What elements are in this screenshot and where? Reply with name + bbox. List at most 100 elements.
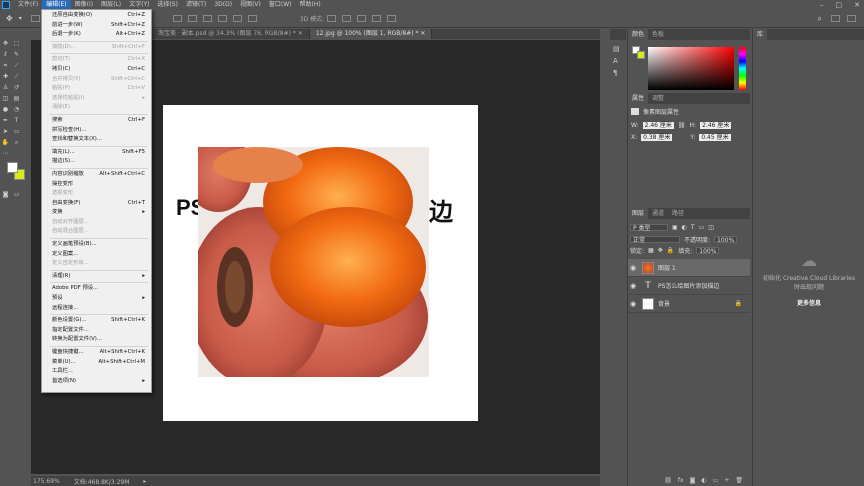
search-icon[interactable]: ⌕	[818, 14, 822, 24]
tab-document-1[interactable]: 淘宝美 · 副本.psd @ 34.3% (图层 76, RGB/8#) * ✕	[152, 29, 310, 39]
color-picker-field[interactable]	[648, 47, 734, 90]
screen-mode-icon[interactable]: ▭	[12, 190, 21, 199]
edit-menu-item[interactable]: 颜色设置(G)... Shift+Ctrl+K	[42, 316, 151, 326]
hand-tool-icon[interactable]: ✋	[1, 138, 10, 147]
color-background-swatch[interactable]	[637, 51, 645, 59]
distribute-bottom-icon[interactable]	[202, 15, 212, 22]
lock-all-icon[interactable]: 🔒	[667, 247, 674, 254]
status-menu-icon[interactable]: ▸	[143, 478, 146, 485]
distribute-top-icon[interactable]	[172, 15, 182, 22]
menu-9[interactable]: 窗口(W)	[265, 0, 296, 10]
edit-menu-item[interactable]: 查找和替换文本(X)...	[42, 135, 151, 145]
tab-adjustments[interactable]: 调整	[648, 93, 668, 104]
distribute-center-icon[interactable]	[232, 15, 242, 22]
edit-menu-item[interactable]: 描边(S)...	[42, 157, 151, 167]
edit-menu-item[interactable]: 工具栏...	[42, 367, 151, 377]
move-tool-icon[interactable]: ✥	[6, 14, 13, 23]
edit-menu-item[interactable]: 键盘快捷键... Alt+Shift+Ctrl+K	[42, 348, 151, 358]
edit-menu-item[interactable]: 定义图案...	[42, 250, 151, 260]
tab-paths[interactable]: 路径	[668, 208, 688, 219]
marquee-tool-icon[interactable]: ⬚	[12, 39, 21, 48]
tab-color[interactable]: 颜色	[628, 29, 649, 40]
quick-select-tool-icon[interactable]: ✎	[12, 50, 21, 59]
zoom-level[interactable]: 175.69%	[33, 478, 60, 485]
edit-menu-item[interactable]: 内容识别缩放 Alt+Shift+Ctrl+C	[42, 170, 151, 180]
edit-menu-item[interactable]: 首选项(N) ▸	[42, 377, 151, 387]
layer-name[interactable]: 背景	[658, 299, 670, 308]
pen-tool-icon[interactable]: ✒	[1, 116, 10, 125]
3d-rotate-icon[interactable]	[327, 15, 337, 22]
visibility-eye-icon[interactable]: ◉	[628, 282, 638, 290]
gradient-tool-icon[interactable]: ▤	[12, 94, 21, 103]
height-field[interactable]: 2.46 厘米	[700, 122, 732, 129]
filter-shape-icon[interactable]: ▭	[699, 224, 705, 231]
link-icon[interactable]: ⛓	[678, 122, 686, 129]
menu-8[interactable]: 视图(V)	[236, 0, 265, 10]
dodge-tool-icon[interactable]: ◔	[12, 105, 21, 114]
link-layers-icon[interactable]: ⛓	[664, 477, 672, 484]
visibility-eye-icon[interactable]: ◉	[628, 264, 638, 272]
3d-slide-icon[interactable]	[372, 15, 382, 22]
new-group-icon[interactable]: ▭	[713, 477, 719, 484]
shape-tool-icon[interactable]: ▭	[12, 127, 21, 136]
edit-menu-item[interactable]: 远程连接...	[42, 304, 151, 314]
x-field[interactable]: 0.38 厘米	[641, 134, 673, 141]
layer-name[interactable]: PS怎么给图片添加描边	[658, 281, 719, 290]
edit-menu-item[interactable]: 预设 ▸	[42, 294, 151, 304]
edit-menu-item[interactable]: 转换为配置文件(V)...	[42, 335, 151, 345]
persimmon-photo[interactable]	[198, 147, 429, 377]
edit-menu-item[interactable]: 还原自由变换(O) Ctrl+Z	[42, 11, 151, 21]
history-brush-tool-icon[interactable]: ↺	[12, 83, 21, 92]
zoom-tool-icon[interactable]: ⌕	[12, 138, 21, 147]
tab-properties[interactable]: 属性	[628, 93, 649, 104]
tab-document-2[interactable]: 12.jpg @ 100% (图层 1, RGB/8#) * ✕	[309, 29, 433, 39]
layer-name[interactable]: 图层 1	[658, 263, 676, 272]
quick-mask-icon[interactable]: ◙	[1, 190, 10, 199]
menu-10[interactable]: 帮助(H)	[296, 0, 325, 10]
menu-0[interactable]: 文件(F)	[14, 0, 42, 10]
lock-position-icon[interactable]: ✥	[658, 247, 663, 254]
add-mask-icon[interactable]: ◙	[690, 477, 696, 484]
edit-menu-item[interactable]: 自由变换(F) Ctrl+T	[42, 199, 151, 209]
lasso-tool-icon[interactable]: ℓ	[1, 50, 10, 59]
filter-adjust-icon[interactable]: ◐	[682, 224, 687, 231]
close-icon[interactable]: ✕	[854, 1, 860, 9]
type-tool-icon[interactable]: T	[12, 116, 21, 125]
more-info-link[interactable]: 更多信息	[753, 298, 864, 307]
edit-menu-item[interactable]: 清理(R) ▸	[42, 272, 151, 282]
edit-menu-item[interactable]: 后退一步(K) Alt+Ctrl+Z	[42, 30, 151, 40]
edit-menu-item[interactable]: 定义画笔预设(B)...	[42, 240, 151, 250]
menu-7[interactable]: 3D(D)	[210, 0, 236, 10]
delete-layer-icon[interactable]: 🗑	[735, 477, 743, 484]
edit-menu-item[interactable]: 搜索 Ctrl+F	[42, 116, 151, 126]
edit-menu-item[interactable]: 填充(L)... Shift+F5	[42, 148, 151, 158]
paragraph-panel-icon[interactable]: ¶	[613, 67, 623, 79]
new-layer-icon[interactable]: +	[724, 477, 729, 484]
layer-row[interactable]: ◉ 背景 🔒	[628, 295, 750, 313]
eyedropper-tool-icon[interactable]: ⟋	[12, 61, 21, 70]
layer-style-icon[interactable]: fx	[678, 477, 684, 484]
hue-slider[interactable]	[739, 47, 746, 90]
lock-pixels-icon[interactable]: ▦	[648, 247, 654, 254]
workspace-switcher-icon[interactable]	[831, 15, 840, 22]
tab-channels[interactable]: 通道	[648, 208, 668, 219]
clone-stamp-tool-icon[interactable]: ♙	[1, 83, 10, 92]
edit-menu-item[interactable]: 指定配置文件...	[42, 326, 151, 336]
tab-libraries[interactable]: 库	[753, 29, 768, 40]
eraser-tool-icon[interactable]: ◫	[1, 94, 10, 103]
tab-swatches[interactable]: 色板	[648, 29, 668, 40]
edit-menu-item[interactable]: 菜单(U)... Alt+Shift+Ctrl+M	[42, 358, 151, 368]
menu-5[interactable]: 选择(S)	[153, 0, 182, 10]
tool-preset-chevron-icon[interactable]: ▾	[19, 15, 22, 22]
edit-menu-item[interactable]: 操控变形	[42, 180, 151, 190]
crop-tool-icon[interactable]: ⌗	[1, 61, 10, 70]
brush-tool-icon[interactable]: ⟋	[12, 72, 21, 81]
edit-menu-item[interactable]: 拼写检查(H)...	[42, 126, 151, 136]
filter-pixel-icon[interactable]: ▣	[672, 224, 678, 231]
blend-mode-select[interactable]: 正常	[630, 235, 680, 244]
visibility-eye-icon[interactable]: ◉	[628, 300, 638, 308]
edit-menu-item[interactable]: 前进一步(W) Shift+Ctrl+Z	[42, 21, 151, 31]
edit-menu-item[interactable]: 拷贝(C) Ctrl+C	[42, 65, 151, 75]
edit-menu-item[interactable]: Adobe PDF 预设...	[42, 284, 151, 294]
move-tool-icon[interactable]: ✥	[1, 39, 10, 48]
